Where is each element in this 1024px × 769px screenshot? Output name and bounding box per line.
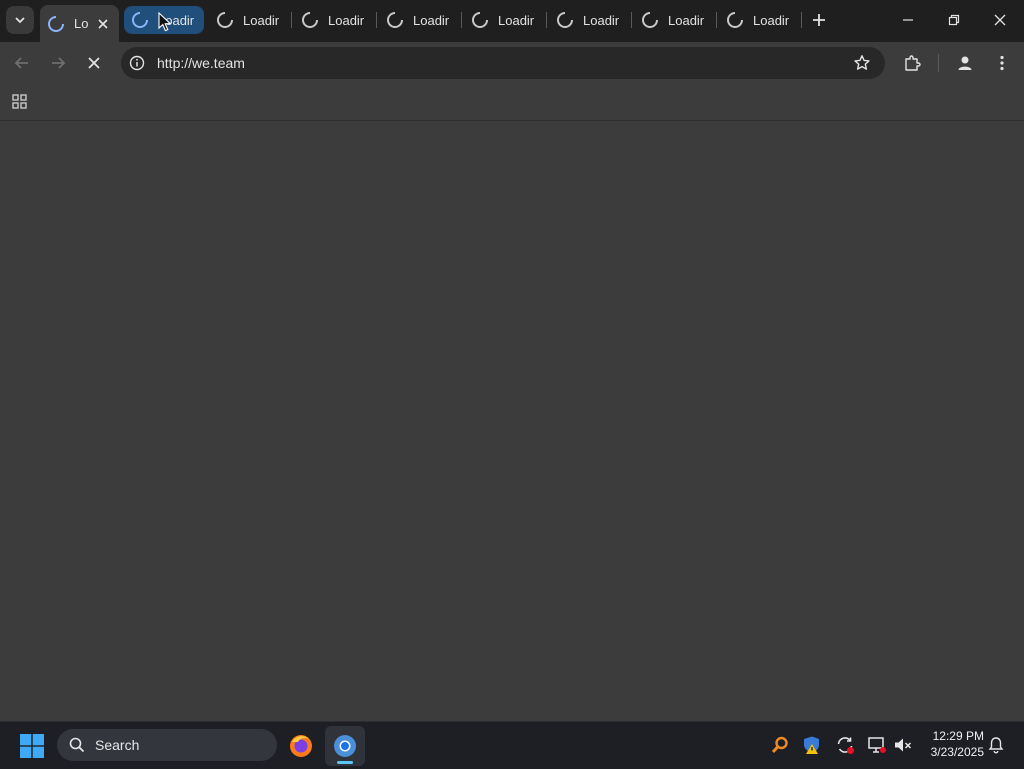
star-icon[interactable] bbox=[853, 54, 871, 72]
notification-bell-icon[interactable] bbox=[987, 736, 1005, 754]
tab[interactable]: Loading bbox=[719, 6, 799, 34]
tab-separator bbox=[546, 12, 547, 28]
close-icon bbox=[994, 14, 1006, 26]
profile-button[interactable] bbox=[953, 51, 977, 75]
system-clock[interactable]: 12:29 PM 3/23/2025 bbox=[922, 728, 984, 760]
tab[interactable]: Loading bbox=[464, 6, 544, 34]
restore-button[interactable] bbox=[932, 6, 976, 34]
tab-title: Loadin bbox=[158, 12, 194, 28]
tab-separator bbox=[631, 12, 632, 28]
close-icon bbox=[88, 57, 100, 69]
search-icon bbox=[69, 737, 85, 753]
minimize-button[interactable] bbox=[886, 6, 930, 34]
tab-title: Loading bbox=[583, 12, 619, 28]
tab-separator bbox=[716, 12, 717, 28]
apps-grid-icon bbox=[12, 94, 27, 109]
loading-spinner-icon bbox=[132, 12, 148, 28]
tab[interactable]: Loading bbox=[549, 6, 629, 34]
clock-date: 3/23/2025 bbox=[930, 745, 984, 759]
stop-loading-button[interactable] bbox=[82, 51, 106, 75]
tab-title: Loading bbox=[413, 12, 449, 28]
tab-title: Loading bbox=[668, 12, 704, 28]
browser-toolbar: http://we.team bbox=[0, 42, 1024, 84]
tab[interactable]: Loading bbox=[379, 6, 459, 34]
forward-button[interactable] bbox=[46, 51, 70, 75]
tab-title: Loading bbox=[753, 12, 789, 28]
tab[interactable]: Loadin bbox=[124, 6, 204, 34]
person-icon bbox=[958, 56, 972, 70]
plus-icon bbox=[813, 14, 825, 26]
page-content bbox=[0, 121, 1024, 721]
firefox-taskbar-button[interactable] bbox=[281, 726, 321, 766]
search-label: Search bbox=[95, 737, 140, 753]
loading-spinner-icon bbox=[642, 12, 658, 28]
loading-spinner-icon bbox=[472, 12, 488, 28]
chevron-down-icon bbox=[15, 17, 25, 24]
address-bar[interactable]: http://we.team bbox=[121, 47, 885, 79]
tab-strip: Lo Loadin Loading Loading Loading Loadin… bbox=[0, 0, 1024, 42]
search-magnifier-icon[interactable] bbox=[770, 735, 790, 755]
tab-title: Loading bbox=[498, 12, 534, 28]
loading-spinner-icon bbox=[557, 12, 573, 28]
network-display-icon[interactable] bbox=[867, 735, 887, 755]
clock-time: 12:29 PM bbox=[932, 729, 984, 743]
taskbar: Search 12:29 PM 3/23/2025 bbox=[0, 721, 1024, 769]
loading-spinner-icon bbox=[217, 12, 233, 28]
chrome-icon bbox=[334, 735, 356, 757]
tab[interactable]: Loading bbox=[294, 6, 374, 34]
active-app-indicator bbox=[337, 761, 353, 764]
close-window-button[interactable] bbox=[978, 6, 1022, 34]
toolbar-divider bbox=[938, 54, 939, 72]
tab-title: Loading bbox=[243, 12, 279, 28]
restore-icon bbox=[948, 14, 960, 26]
bookmarks-bar bbox=[0, 84, 1024, 121]
loading-spinner-icon bbox=[302, 12, 318, 28]
puzzle-icon bbox=[905, 55, 921, 71]
tab[interactable]: Loading bbox=[209, 6, 289, 34]
tab-separator bbox=[291, 12, 292, 28]
extensions-button[interactable] bbox=[900, 51, 924, 75]
tab-title: Loading bbox=[328, 12, 364, 28]
chrome-taskbar-button[interactable] bbox=[325, 726, 365, 766]
start-button[interactable] bbox=[20, 734, 44, 758]
taskbar-search[interactable]: Search bbox=[57, 729, 277, 761]
back-button[interactable] bbox=[10, 51, 34, 75]
loading-spinner-icon bbox=[727, 12, 743, 28]
sync-icon[interactable] bbox=[835, 735, 855, 755]
minimize-icon bbox=[903, 19, 913, 21]
volume-muted-icon[interactable] bbox=[893, 735, 913, 755]
arrow-right-icon bbox=[52, 57, 66, 69]
firefox-icon bbox=[290, 735, 312, 757]
tab-separator bbox=[801, 12, 802, 28]
tab-title: Lo bbox=[74, 16, 89, 31]
windows-logo-icon bbox=[20, 734, 44, 758]
tab-search-button[interactable] bbox=[6, 6, 34, 34]
url-text[interactable]: http://we.team bbox=[157, 55, 245, 71]
more-vertical-icon bbox=[1000, 55, 1004, 71]
new-tab-button[interactable] bbox=[808, 9, 830, 31]
info-icon[interactable] bbox=[129, 55, 145, 71]
security-warning-icon[interactable] bbox=[802, 735, 822, 755]
loading-spinner-icon bbox=[48, 15, 64, 32]
arrow-left-icon bbox=[14, 57, 28, 69]
tab-separator bbox=[461, 12, 462, 28]
tab[interactable]: Loading bbox=[634, 6, 714, 34]
tab-separator bbox=[376, 12, 377, 28]
apps-button[interactable] bbox=[10, 92, 30, 112]
menu-button[interactable] bbox=[990, 51, 1014, 75]
tab[interactable]: Lo bbox=[40, 5, 119, 42]
loading-spinner-icon bbox=[387, 12, 403, 28]
close-icon[interactable] bbox=[97, 18, 109, 30]
